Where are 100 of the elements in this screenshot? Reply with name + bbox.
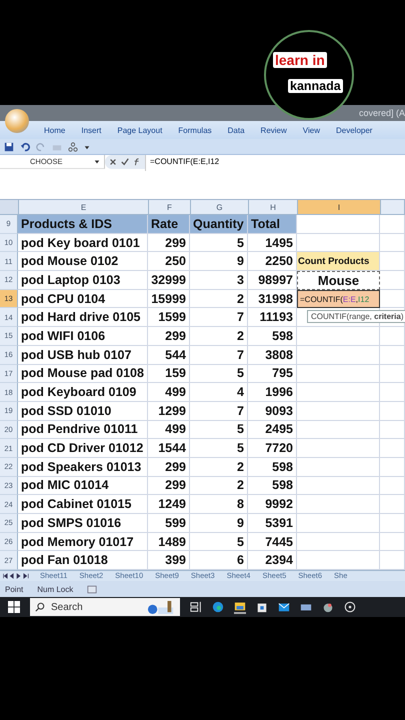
table-cell: 2495 [248, 420, 297, 440]
empty-cell [380, 514, 405, 533]
table-cell: 7 [190, 402, 248, 421]
store-icon[interactable] [256, 601, 268, 614]
ribbon-tab[interactable]: View [294, 126, 328, 134]
table-cell: 3808 [248, 346, 297, 364]
empty-cell [380, 458, 405, 477]
column-header[interactable]: E [19, 200, 149, 214]
table-cell: 7 [190, 346, 248, 364]
table-cell: 1489 [148, 532, 190, 552]
caret-icon [94, 158, 100, 164]
table-cell: 598 [248, 476, 297, 496]
macro-icon[interactable] [87, 584, 98, 594]
shapes-icon[interactable] [68, 142, 78, 152]
empty-cell [380, 383, 405, 402]
table-cell: pod Speakers 01013 [18, 458, 148, 477]
table-cell: 3 [190, 271, 248, 290]
table-cell: 4 [190, 383, 248, 402]
table-cell: 5 [190, 439, 248, 458]
empty-cell [380, 439, 405, 458]
ribbon-tab[interactable]: Formulas [170, 126, 220, 134]
table-cell: 299 [148, 234, 190, 252]
table-cell: 598 [248, 458, 297, 477]
empty-cell [380, 327, 405, 346]
table-cell: 8 [190, 495, 248, 514]
tooltip: COUNTIF(range, criteria) [307, 310, 405, 324]
checkmark-icon[interactable] [121, 158, 129, 166]
table-cell: 7720 [248, 439, 297, 458]
table-cell: Total [248, 215, 297, 234]
status-text: Point [5, 584, 24, 594]
table-cell: 499 [148, 383, 190, 402]
table-cell: pod Keyboard 0109 [18, 383, 148, 402]
table-cell: 1249 [148, 495, 190, 514]
search-field[interactable]: Search [30, 598, 180, 616]
column-header[interactable]: G [191, 200, 249, 214]
search-highlight-icon [147, 600, 175, 615]
column-header[interactable]: F [149, 200, 191, 214]
table-cell: 795 [248, 364, 297, 384]
empty-cell [380, 495, 405, 514]
dropdown-icon[interactable] [84, 144, 90, 150]
empty-cell [380, 364, 405, 384]
table-cell: 299 [148, 327, 190, 346]
task-view-icon[interactable] [190, 601, 202, 614]
table-cell: 32999 [148, 271, 190, 290]
table-cell: 1599 [148, 308, 190, 328]
table-cell: 2 [190, 290, 248, 308]
table-cell: Quantity [190, 215, 248, 234]
table-cell: 5 [190, 532, 248, 552]
function-icon[interactable] [133, 158, 141, 166]
table-cell[interactable]: =COUNTIF(E:E,I12 [297, 290, 380, 308]
mail-icon[interactable] [278, 601, 290, 614]
windows-icon[interactable] [8, 601, 20, 614]
app-icon[interactable] [322, 601, 334, 614]
steering-wheel-icon[interactable] [344, 601, 356, 614]
empty-cell [380, 215, 405, 234]
ribbon-tab[interactable]: Page Layout [109, 126, 170, 134]
table-cell: 9992 [248, 495, 297, 514]
table-cell: pod USB hub 0107 [18, 346, 148, 364]
table-cell: 98997 [248, 271, 297, 290]
table-cell: Rate [148, 215, 190, 234]
table-cell: 15999 [148, 290, 190, 308]
undo-icon[interactable] [20, 142, 30, 152]
ribbon-tab[interactable]: Insert [73, 126, 110, 134]
table-cell: 5 [190, 234, 248, 252]
ribbon-tab[interactable]: Data [220, 126, 253, 134]
ribbon-tab[interactable]: Review [252, 126, 295, 134]
table-cell: 1495 [248, 234, 297, 252]
search-icon [35, 602, 45, 612]
table-cell: 9 [190, 514, 248, 533]
table-cell: 1299 [148, 402, 190, 421]
table-cell: pod Mouse 0102 [18, 252, 148, 272]
logo-text: kannada [288, 79, 343, 93]
save-icon[interactable] [4, 142, 14, 152]
table-cell: pod CPU 0104 [18, 290, 148, 308]
ribbon-tab[interactable]: Home [36, 126, 74, 134]
table-cell: 5391 [248, 514, 297, 533]
formula-field[interactable]: =COUNTIF(E:E,I12 [145, 155, 405, 171]
table-cell: pod Hard drive 0105 [18, 308, 148, 328]
table-cell: Products & IDS [18, 215, 148, 234]
table-cell: pod Laptop 0103 [18, 271, 148, 290]
empty-cell [380, 420, 405, 440]
table-cell: pod SSD 01010 [18, 402, 148, 421]
table-cell: pod Mouse pad 0108 [18, 364, 148, 384]
table-cell: 2 [190, 327, 248, 346]
table-cell: pod MIC 01014 [18, 476, 148, 496]
browser-icon[interactable] [212, 601, 224, 614]
table-cell: 2 [190, 458, 248, 477]
empty-cell [380, 402, 405, 421]
cancel-icon[interactable] [109, 158, 117, 166]
table-cell: pod Pendrive 01011 [18, 420, 148, 440]
table-cell: pod WIFI 0106 [18, 327, 148, 346]
logo-text: learn in [273, 52, 327, 68]
table-cell: 9093 [248, 402, 297, 421]
table-cell: 5 [190, 420, 248, 440]
table-cell: 5 [190, 364, 248, 384]
empty-cell [380, 234, 405, 252]
column-header[interactable]: I [298, 200, 381, 214]
folder-icon[interactable] [234, 600, 246, 614]
table-cell: 11193 [248, 308, 297, 328]
ribbon-tab[interactable]: Developer [328, 126, 380, 134]
